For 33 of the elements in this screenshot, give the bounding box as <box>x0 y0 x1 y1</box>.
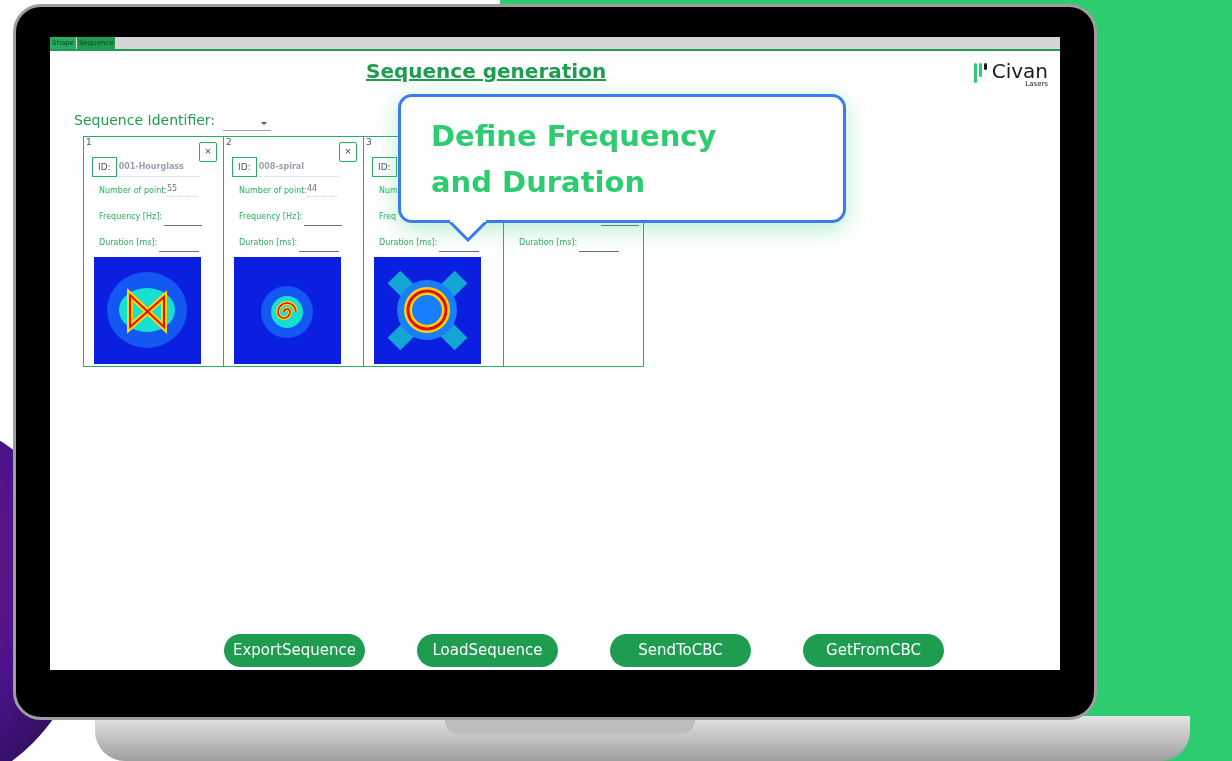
action-button[interactable]: ExportSequence <box>224 634 365 667</box>
duration-label: Duration [ms]: <box>99 237 158 249</box>
card-index: 2 <box>226 137 232 147</box>
points-label: Number of point: <box>239 186 308 197</box>
points-field[interactable]: 44 <box>307 183 338 197</box>
logo-mark-icon <box>973 61 988 83</box>
page-title: Sequence generation <box>366 58 607 85</box>
logo-name: Civan <box>991 61 1048 81</box>
duration-label: Duration [ms]: <box>519 237 578 249</box>
remove-button[interactable]: × <box>339 142 357 162</box>
id-field[interactable]: 001-Hourglass <box>118 161 199 177</box>
duration-label: Duration [ms]: <box>239 237 298 249</box>
dropdown-caret-icon <box>261 122 268 125</box>
points-label: Number of point: <box>99 186 168 197</box>
points-label: Num <box>379 185 398 197</box>
action-button[interactable]: SendToCBC <box>610 634 751 667</box>
id-label: ID: <box>232 157 257 177</box>
points-field[interactable]: 55 <box>167 183 198 197</box>
frequency-label: Frequency [Hz]: <box>99 211 163 223</box>
action-button[interactable]: LoadSequence <box>417 634 558 667</box>
frequency-label: Freq <box>379 211 397 223</box>
id-label: ID: <box>92 157 117 177</box>
frequency-label: Frequency [Hz]: <box>239 211 303 223</box>
id-field[interactable]: 008-spiral <box>258 161 339 177</box>
card-index: 1 <box>86 137 92 147</box>
sequence-identifier-label: Sequence Identifier: <box>74 111 216 130</box>
card-index: 3 <box>366 137 372 147</box>
callout-text: and Duration <box>431 163 647 201</box>
action-button[interactable]: GetFromCBC <box>803 634 944 667</box>
duration-label: Duration [ms]: <box>379 237 438 249</box>
remove-button[interactable]: × <box>199 142 217 162</box>
callout-text: Define Frequency <box>431 117 718 155</box>
id-label: ID: <box>372 157 397 177</box>
